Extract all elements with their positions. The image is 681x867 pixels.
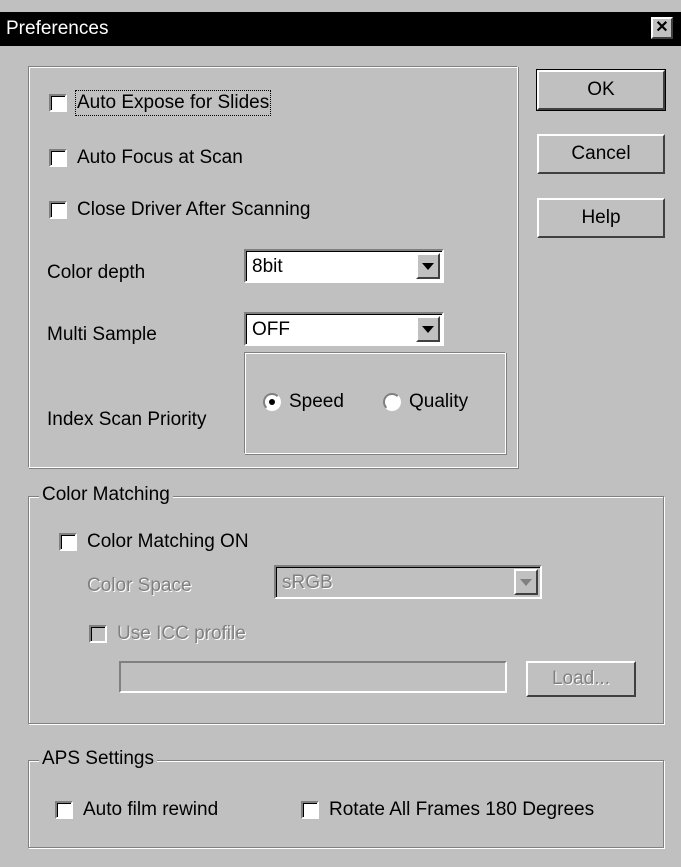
index-scan-priority-group: Speed Quality — [244, 352, 506, 454]
use-icc-label: Use ICC profile — [117, 623, 246, 644]
use-icc-checkbox[interactable]: Use ICC profile — [89, 623, 246, 645]
preferences-dialog: Preferences ✕ Auto Expose for Slides Aut… — [0, 0, 681, 867]
speed-radio[interactable]: Speed — [263, 391, 344, 413]
close-driver-label: Close Driver After Scanning — [77, 199, 311, 220]
multi-sample-value: OFF — [252, 319, 290, 340]
color-matching-title: Color Matching — [39, 484, 173, 506]
close-driver-checkbox-box[interactable] — [49, 201, 67, 219]
quality-radio-button[interactable] — [383, 393, 401, 411]
window-title: Preferences — [6, 18, 109, 39]
color-space-value: sRGB — [282, 572, 333, 593]
chevron-down-icon — [422, 262, 434, 270]
icc-profile-path-field[interactable] — [119, 661, 507, 693]
color-space-select[interactable]: sRGB — [274, 565, 542, 599]
auto-film-rewind-label: Auto film rewind — [83, 799, 219, 820]
color-depth-value: 8bit — [252, 256, 283, 277]
rotate-frames-label: Rotate All Frames 180 Degrees — [329, 799, 595, 820]
multi-sample-dropdown-button[interactable] — [416, 316, 440, 342]
auto-film-rewind-checkbox-box[interactable] — [55, 801, 73, 819]
multi-sample-label: Multi Sample — [47, 324, 157, 345]
scan-options-panel: Auto Expose for Slides Auto Focus at Sca… — [28, 66, 518, 468]
speed-radio-button[interactable] — [263, 393, 281, 411]
multi-sample-select[interactable]: OFF — [244, 312, 444, 346]
color-space-label: Color Space — [87, 575, 192, 596]
auto-focus-checkbox-box[interactable] — [49, 149, 67, 167]
color-matching-on-checkbox-box[interactable] — [59, 533, 77, 551]
auto-focus-label: Auto Focus at Scan — [77, 147, 243, 168]
chevron-down-icon — [520, 578, 532, 586]
color-depth-select[interactable]: 8bit — [244, 249, 444, 283]
quality-radio[interactable]: Quality — [383, 391, 468, 413]
rotate-frames-checkbox[interactable]: Rotate All Frames 180 Degrees — [301, 799, 594, 821]
cancel-button[interactable]: Cancel — [537, 134, 665, 174]
auto-expose-checkbox[interactable]: Auto Expose for Slides — [49, 90, 272, 116]
color-matching-on-label: Color Matching ON — [87, 531, 249, 552]
color-depth-label: Color depth — [47, 262, 146, 283]
auto-film-rewind-checkbox[interactable]: Auto film rewind — [55, 799, 218, 821]
rotate-frames-checkbox-box[interactable] — [301, 801, 319, 819]
close-button[interactable]: ✕ — [651, 17, 673, 39]
ok-button[interactable]: OK — [536, 69, 666, 111]
auto-expose-label: Auto Expose for Slides — [74, 90, 272, 116]
use-icc-checkbox-box[interactable] — [89, 625, 107, 643]
load-button[interactable]: Load... — [526, 661, 636, 697]
color-matching-group: Color Matching Color Matching ON Color S… — [28, 484, 664, 724]
title-bar[interactable]: Preferences ✕ — [0, 12, 681, 46]
speed-label: Speed — [289, 391, 344, 412]
help-button[interactable]: Help — [537, 198, 665, 238]
aps-settings-group: APS Settings Auto film rewind Rotate All… — [28, 748, 664, 848]
close-icon: ✕ — [655, 19, 669, 36]
auto-expose-checkbox-box[interactable] — [49, 94, 67, 112]
chevron-down-icon — [422, 325, 434, 333]
close-driver-checkbox[interactable]: Close Driver After Scanning — [49, 199, 310, 221]
color-matching-on-checkbox[interactable]: Color Matching ON — [59, 531, 249, 553]
aps-settings-title: APS Settings — [39, 748, 157, 770]
index-scan-priority-label: Index Scan Priority — [47, 409, 207, 430]
color-space-dropdown-button[interactable] — [514, 569, 538, 595]
auto-focus-checkbox[interactable]: Auto Focus at Scan — [49, 147, 243, 169]
quality-label: Quality — [409, 391, 469, 412]
color-depth-dropdown-button[interactable] — [416, 253, 440, 279]
